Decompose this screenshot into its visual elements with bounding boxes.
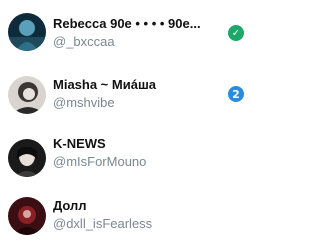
account-name: K-NEWS: [53, 136, 106, 151]
account-handle: @_bxccaa: [53, 34, 115, 49]
avatar[interactable]: [8, 13, 46, 51]
unread-count-badge: 2: [228, 86, 244, 102]
account-list: Rebecca 90e • • • • 90e... @_bxccaa ✓ Mi…: [0, 0, 255, 251]
account-handle: @dxll_isFearless: [53, 216, 153, 231]
account-name: Долл: [53, 198, 87, 213]
account-row-k-news[interactable]: K-NEWS @mIsForMouno: [0, 130, 255, 186]
avatar[interactable]: [8, 76, 46, 114]
account-row-doll[interactable]: Долл @dxll_isFearless: [0, 188, 255, 244]
avatar[interactable]: [8, 197, 46, 235]
account-handle: @mshvibe: [53, 95, 115, 110]
account-handle: @mIsForMouno: [53, 154, 147, 169]
account-name: Miasha ~ Миáша: [53, 77, 157, 92]
account-row-miasha[interactable]: Miasha ~ Миáша @mshvibe 2: [0, 67, 255, 123]
account-name: Rebecca 90e • • • • 90e...: [53, 16, 201, 31]
verified-check-icon: ✓: [228, 25, 244, 41]
account-row-rebecca[interactable]: Rebecca 90e • • • • 90e... @_bxccaa ✓: [0, 4, 255, 60]
avatar[interactable]: [8, 139, 46, 177]
